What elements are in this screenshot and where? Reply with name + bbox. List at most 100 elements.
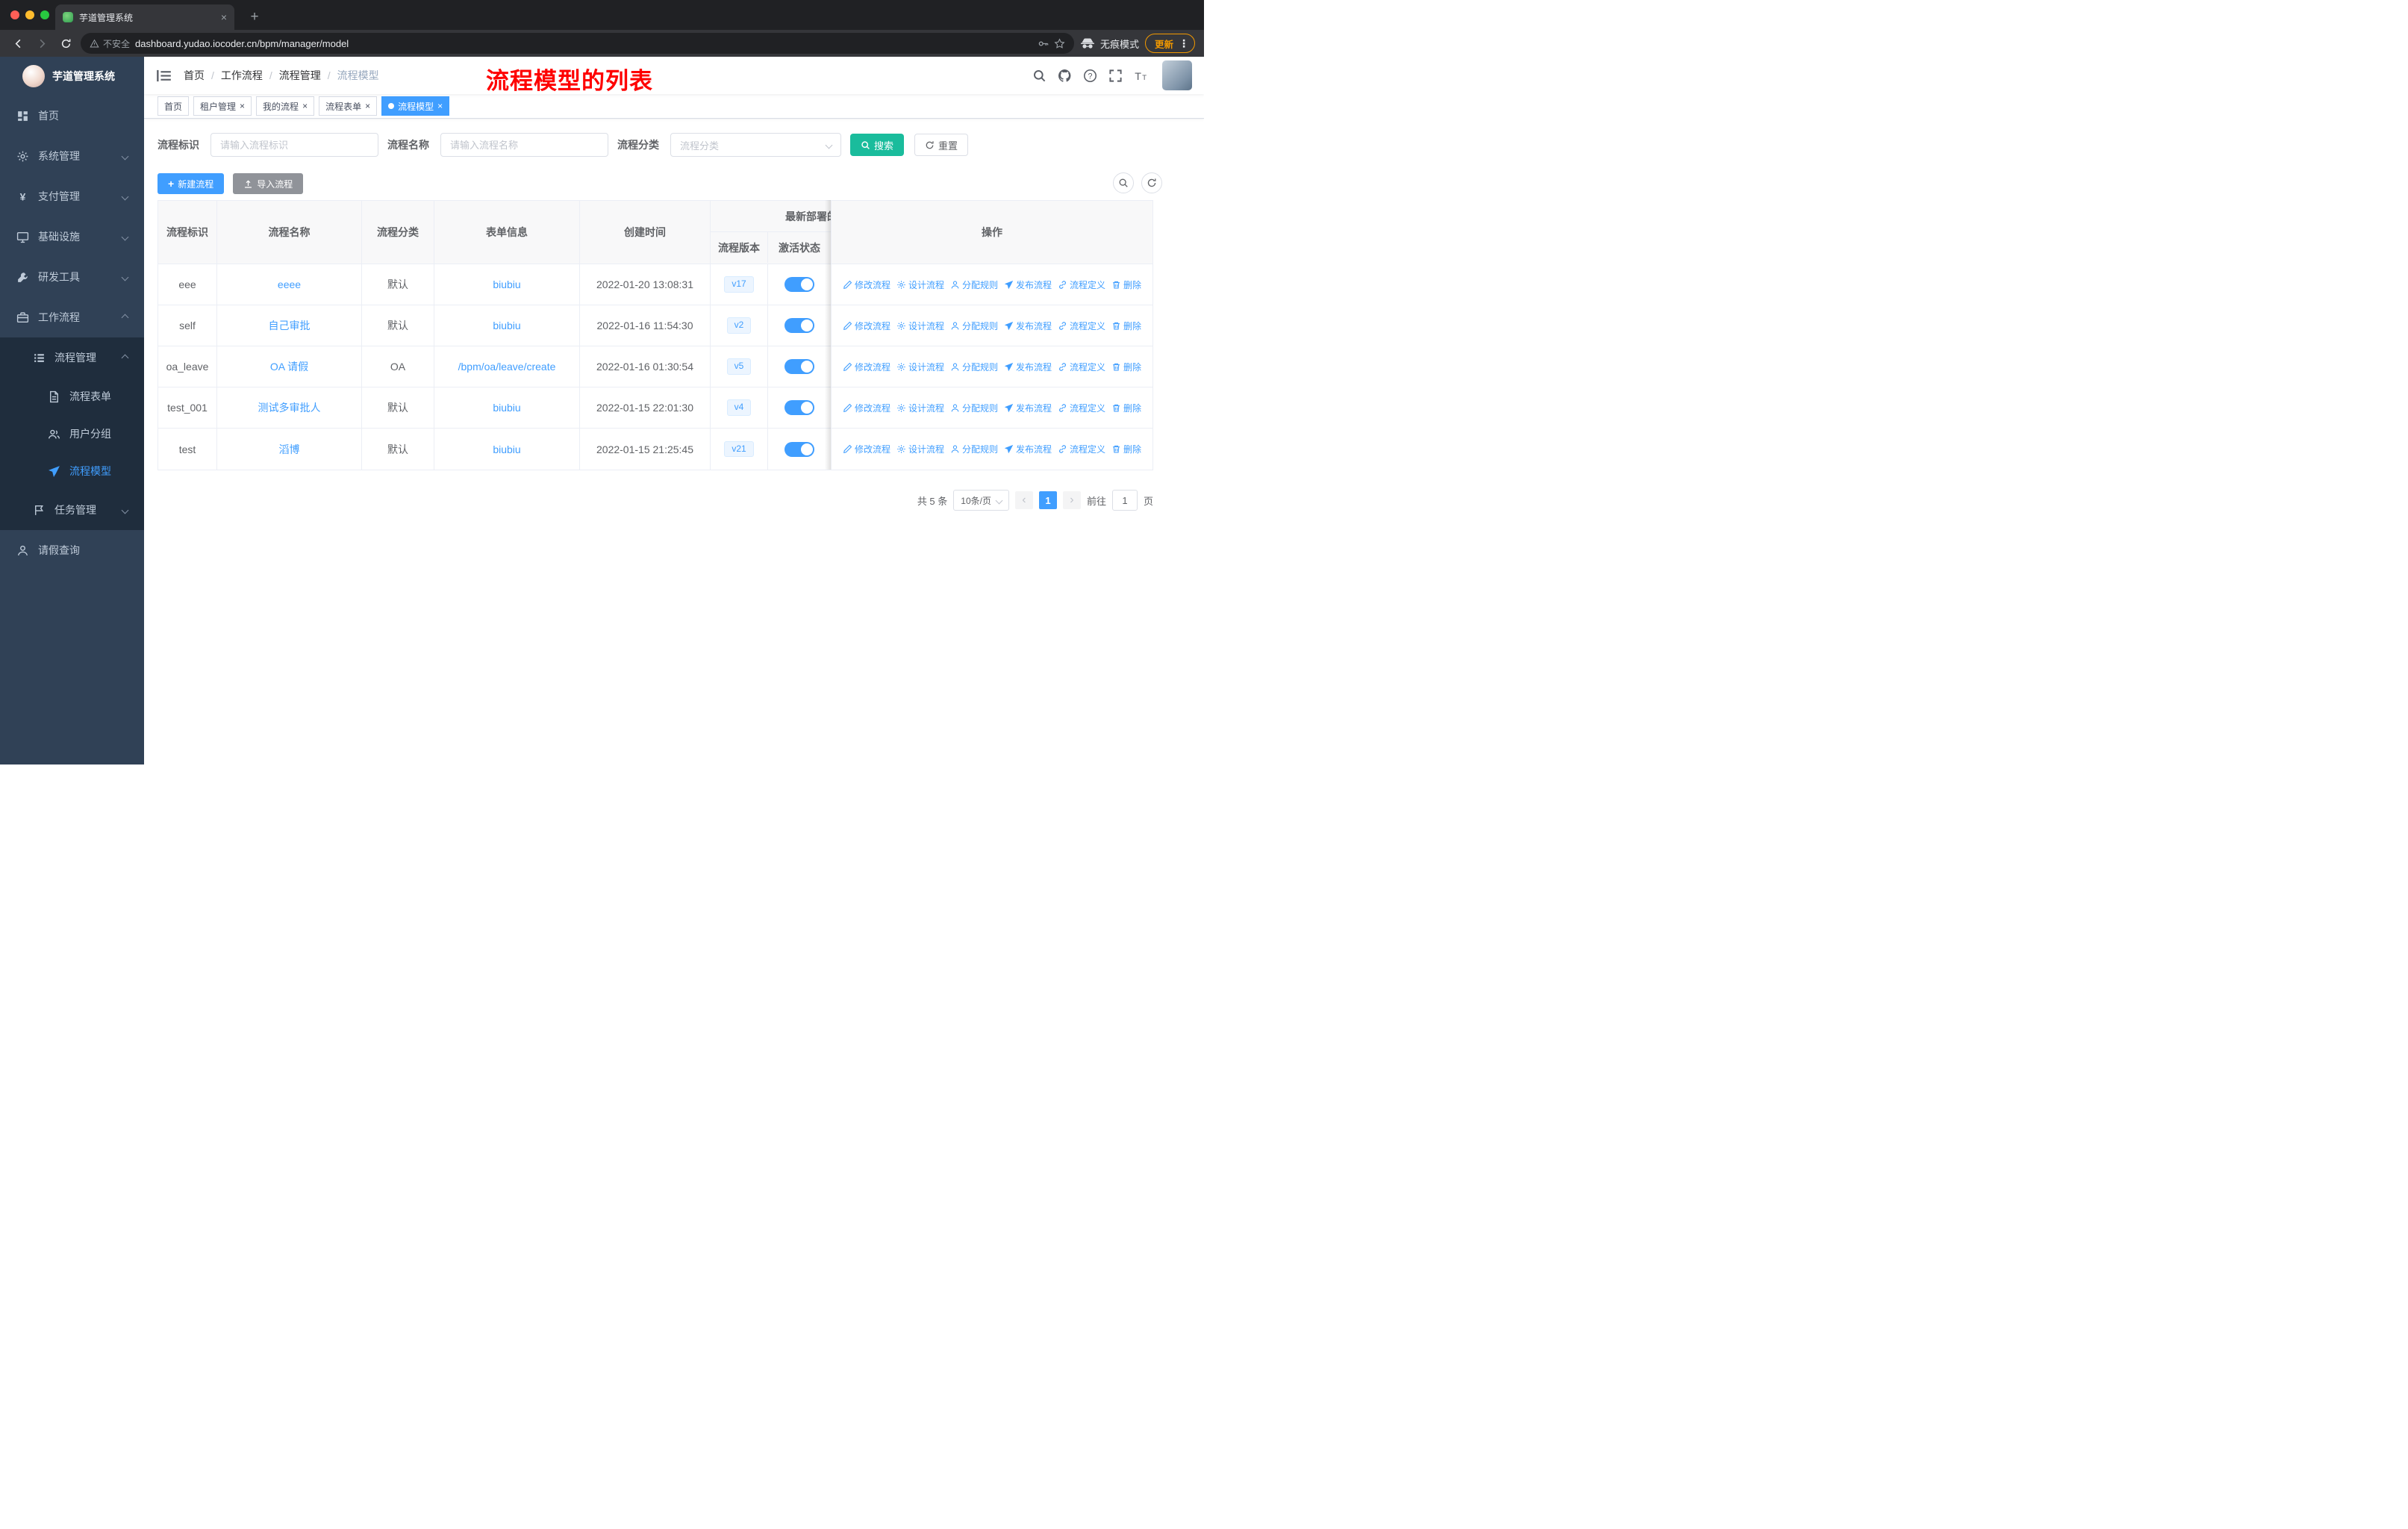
user-avatar[interactable]	[1162, 60, 1192, 90]
version-tag[interactable]: v5	[726, 358, 752, 375]
toggle-search-button[interactable]	[1113, 172, 1134, 193]
tag-tenant[interactable]: 租户管理 ×	[193, 96, 252, 116]
sidebar-item-process-form[interactable]: 流程表单	[0, 378, 144, 415]
process-category-select[interactable]: 流程分类	[670, 133, 841, 157]
search-button[interactable]: 搜索	[850, 134, 905, 156]
close-window-button[interactable]	[10, 10, 19, 19]
action-edit-link[interactable]: 修改流程	[843, 402, 890, 414]
action-design-link[interactable]: 设计流程	[896, 320, 944, 332]
breadcrumb-process-management[interactable]: 流程管理	[279, 68, 321, 83]
breadcrumb-home[interactable]: 首页	[184, 68, 205, 83]
action-definition-link[interactable]: 流程定义	[1058, 278, 1105, 291]
action-definition-link[interactable]: 流程定义	[1058, 361, 1105, 373]
tag-process-model[interactable]: 流程模型 ×	[381, 96, 450, 116]
prev-page-button[interactable]: ‹	[1014, 491, 1033, 509]
sidebar-item-user-group[interactable]: 用户分组	[0, 415, 144, 452]
process-name-input[interactable]	[440, 133, 608, 157]
version-tag[interactable]: v17	[724, 276, 754, 293]
version-tag[interactable]: v21	[724, 440, 754, 458]
menu-fold-icon[interactable]	[156, 69, 172, 83]
action-publish-link[interactable]: 发布流程	[1004, 402, 1052, 414]
new-tab-button[interactable]: +	[245, 7, 264, 27]
sidebar-item-process-management[interactable]: 流程管理	[0, 337, 144, 378]
import-process-button[interactable]: 导入流程	[233, 173, 304, 194]
bookmark-star-icon[interactable]	[1054, 37, 1065, 49]
zoom-window-button[interactable]	[40, 10, 49, 19]
form-info-link[interactable]: biubiu	[493, 402, 520, 414]
tag-home[interactable]: 首页	[157, 96, 190, 116]
action-design-link[interactable]: 设计流程	[896, 443, 944, 455]
sidebar-item-infrastructure[interactable]: 基础设施	[0, 217, 144, 257]
kebab-menu-icon[interactable]: ⋮	[1179, 37, 1189, 50]
address-bar[interactable]: 不安全 dashboard.yudao.iocoder.cn/bpm/manag…	[81, 33, 1074, 54]
action-edit-link[interactable]: 修改流程	[843, 443, 890, 455]
active-toggle[interactable]	[785, 277, 814, 292]
action-delete-link[interactable]: 删除	[1111, 278, 1141, 291]
action-delete-link[interactable]: 删除	[1111, 320, 1141, 332]
version-tag[interactable]: v4	[726, 399, 752, 416]
browser-menu-update-button[interactable]: 更新 ⋮	[1144, 34, 1195, 53]
refresh-button[interactable]	[1141, 172, 1162, 193]
help-icon[interactable]: ?	[1083, 69, 1097, 83]
breadcrumb-workflow[interactable]: 工作流程	[221, 68, 263, 83]
close-icon[interactable]: ×	[240, 102, 245, 110]
github-icon[interactable]	[1058, 69, 1072, 83]
action-definition-link[interactable]: 流程定义	[1058, 320, 1105, 332]
form-info-link[interactable]: biubiu	[493, 320, 520, 331]
fullscreen-icon[interactable]	[1108, 69, 1123, 83]
action-design-link[interactable]: 设计流程	[896, 278, 944, 291]
action-assign-link[interactable]: 分配规则	[950, 278, 998, 291]
action-assign-link[interactable]: 分配规则	[950, 320, 998, 332]
back-button[interactable]	[9, 34, 27, 52]
sidebar-item-payment[interactable]: ¥ 支付管理	[0, 176, 144, 217]
search-icon[interactable]	[1032, 69, 1047, 83]
action-assign-link[interactable]: 分配规则	[950, 443, 998, 455]
goto-page-input[interactable]	[1111, 490, 1138, 511]
create-process-button[interactable]: + 新建流程	[157, 173, 225, 194]
sidebar-item-leave-query[interactable]: 请假查询	[0, 530, 144, 570]
key-icon[interactable]	[1038, 38, 1049, 49]
process-name-link[interactable]: 测试多审批人	[258, 400, 321, 415]
action-edit-link[interactable]: 修改流程	[843, 278, 890, 291]
action-design-link[interactable]: 设计流程	[896, 361, 944, 373]
action-assign-link[interactable]: 分配规则	[950, 402, 998, 414]
sidebar-item-task-management[interactable]: 任务管理	[0, 490, 144, 530]
action-assign-link[interactable]: 分配规则	[950, 361, 998, 373]
browser-tab[interactable]: 芋道管理系统 ×	[55, 4, 234, 30]
form-info-link[interactable]: /bpm/oa/leave/create	[458, 361, 556, 373]
active-toggle[interactable]	[785, 400, 814, 415]
reset-button[interactable]: 重置	[914, 134, 969, 156]
sidebar-logo[interactable]: 芋道管理系统	[0, 57, 144, 96]
action-edit-link[interactable]: 修改流程	[843, 361, 890, 373]
process-name-link[interactable]: OA 请假	[270, 359, 308, 374]
sidebar-item-devtools[interactable]: 研发工具	[0, 257, 144, 297]
action-delete-link[interactable]: 删除	[1111, 402, 1141, 414]
page-number-1[interactable]: 1	[1038, 491, 1057, 509]
process-name-link[interactable]: 自己审批	[269, 318, 311, 333]
tag-process-form[interactable]: 流程表单 ×	[319, 96, 378, 116]
action-delete-link[interactable]: 删除	[1111, 443, 1141, 455]
action-definition-link[interactable]: 流程定义	[1058, 443, 1105, 455]
process-name-link[interactable]: eeee	[278, 278, 301, 290]
security-indicator[interactable]: 不安全	[90, 37, 130, 50]
action-publish-link[interactable]: 发布流程	[1004, 443, 1052, 455]
next-page-button[interactable]: ›	[1062, 491, 1081, 509]
sidebar-item-workflow[interactable]: 工作流程	[0, 297, 144, 337]
close-icon[interactable]: ×	[302, 102, 308, 110]
font-size-icon[interactable]: TT	[1134, 69, 1148, 83]
action-publish-link[interactable]: 发布流程	[1004, 361, 1052, 373]
active-toggle[interactable]	[785, 359, 814, 374]
process-name-link[interactable]: 滔博	[279, 442, 300, 457]
active-toggle[interactable]	[785, 441, 814, 457]
action-publish-link[interactable]: 发布流程	[1004, 320, 1052, 332]
action-design-link[interactable]: 设计流程	[896, 402, 944, 414]
sidebar-item-system[interactable]: 系统管理	[0, 136, 144, 176]
process-id-input[interactable]	[210, 133, 378, 157]
reload-button[interactable]	[57, 34, 75, 52]
close-icon[interactable]: ×	[365, 102, 370, 110]
page-size-select[interactable]: 10条/页	[953, 490, 1009, 511]
sidebar-item-home[interactable]: 首页	[0, 96, 144, 136]
minimize-window-button[interactable]	[25, 10, 34, 19]
action-delete-link[interactable]: 删除	[1111, 361, 1141, 373]
tag-my-process[interactable]: 我的流程 ×	[256, 96, 315, 116]
